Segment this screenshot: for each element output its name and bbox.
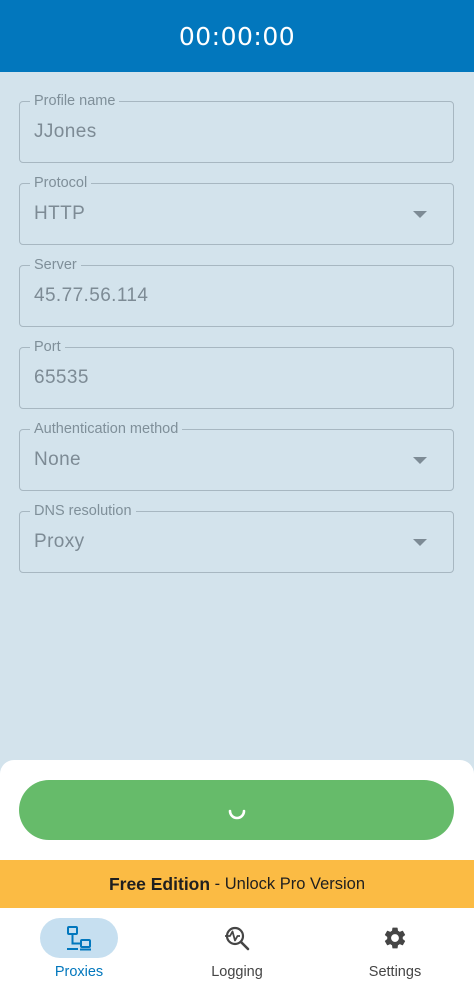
profile-name-field[interactable]: Profile name JJones: [19, 93, 454, 163]
promo-banner[interactable]: Free Edition - Unlock Pro Version: [0, 860, 474, 908]
server-value: 45.77.56.114: [34, 285, 149, 306]
nav-label-settings: Settings: [368, 964, 422, 980]
connect-button[interactable]: [19, 780, 454, 840]
nav-label-logging: Logging: [211, 964, 263, 980]
activity-search-icon: [225, 926, 250, 951]
network-icon: [67, 926, 91, 951]
nav-item-proxies[interactable]: Proxies: [0, 908, 158, 993]
promo-edition-text: Free Edition: [108, 873, 211, 894]
profile-name-label: Profile name: [30, 93, 120, 109]
auth-method-label: Authentication method: [30, 421, 183, 437]
nav-label-proxies: Proxies: [54, 964, 104, 980]
port-label: Port: [30, 339, 65, 355]
bottom-navigation: Proxies Logging Settings: [0, 908, 474, 993]
protocol-value: HTTP: [34, 203, 86, 224]
connection-timer: 00:00:00: [178, 21, 296, 51]
loading-spinner-icon: [228, 809, 245, 820]
dns-resolution-label: DNS resolution: [30, 503, 136, 519]
promo-unlock-text: - Unlock Pro Version: [210, 874, 366, 893]
dropdown-arrow-icon: [413, 539, 427, 546]
port-value: 65535: [34, 367, 89, 388]
protocol-dropdown[interactable]: Protocol HTTP: [19, 175, 454, 245]
gear-icon: [384, 927, 406, 949]
auth-method-value: None: [34, 449, 82, 470]
server-label: Server: [30, 257, 81, 273]
nav-item-logging[interactable]: Logging: [158, 908, 316, 993]
dns-resolution-dropdown[interactable]: DNS resolution Proxy: [19, 503, 454, 573]
auth-method-dropdown[interactable]: Authentication method None: [19, 421, 454, 491]
nav-item-settings[interactable]: Settings: [316, 908, 474, 993]
protocol-label: Protocol: [30, 175, 92, 191]
top-app-bar: 00:00:00: [0, 0, 474, 72]
server-field[interactable]: Server 45.77.56.114: [19, 257, 454, 327]
dropdown-arrow-icon: [413, 211, 427, 218]
profile-name-value: JJones: [34, 121, 97, 142]
dns-resolution-value: Proxy: [34, 531, 85, 552]
dropdown-arrow-icon: [413, 457, 427, 464]
port-field[interactable]: Port 65535: [19, 339, 454, 409]
